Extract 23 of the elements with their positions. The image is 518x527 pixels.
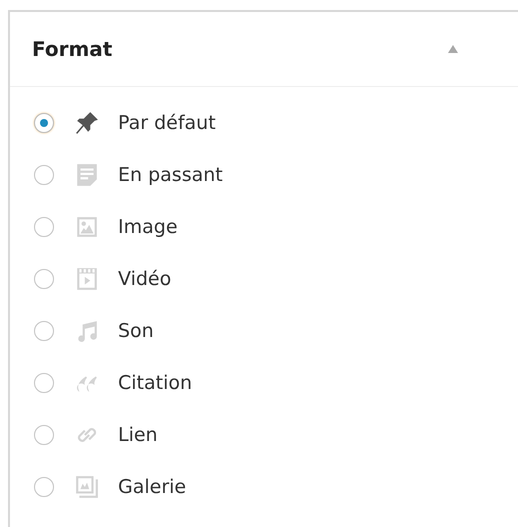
collapse-toggle-icon[interactable] — [448, 45, 458, 53]
format-label[interactable]: Citation — [118, 372, 192, 394]
radio-button[interactable] — [34, 373, 54, 393]
pin-icon — [75, 111, 99, 135]
format-label[interactable]: Image — [118, 216, 178, 238]
radio-button[interactable] — [34, 217, 54, 237]
radio-button[interactable] — [34, 321, 54, 341]
radio-button[interactable] — [34, 113, 54, 133]
panel-title: Format — [32, 37, 112, 61]
format-label[interactable]: En passant — [118, 164, 223, 186]
radio-button[interactable] — [34, 165, 54, 185]
radio-button[interactable] — [34, 425, 54, 445]
gallery-icon — [75, 475, 99, 499]
format-label[interactable]: Lien — [118, 424, 158, 446]
video-icon — [75, 267, 99, 291]
format-label[interactable]: Son — [118, 320, 154, 342]
radio-button[interactable] — [34, 269, 54, 289]
image-icon — [75, 215, 99, 239]
note-icon — [75, 163, 99, 187]
format-label[interactable]: Galerie — [118, 476, 186, 498]
radio-button[interactable] — [34, 477, 54, 497]
format-label[interactable]: Vidéo — [118, 268, 172, 290]
format-label[interactable]: Par défaut — [118, 112, 216, 134]
